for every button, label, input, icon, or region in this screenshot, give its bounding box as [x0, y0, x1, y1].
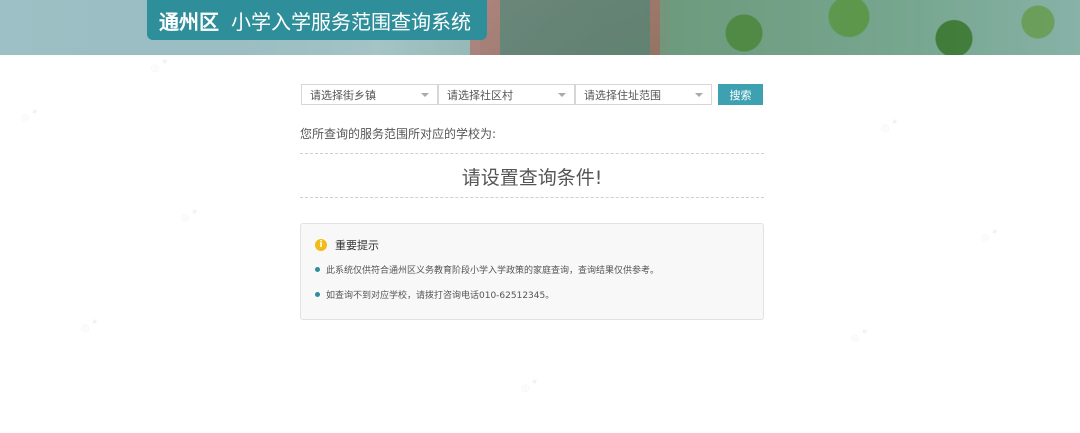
banner-trees-image	[660, 0, 1080, 55]
notice-header: i 重要提示	[315, 237, 379, 253]
address-select[interactable]: 请选择住址范围	[575, 84, 712, 105]
divider	[300, 197, 764, 198]
divider	[300, 153, 764, 154]
community-select[interactable]: 请选择社区村	[438, 84, 575, 105]
notice-title: 重要提示	[335, 239, 379, 252]
bullet-icon	[315, 267, 320, 272]
watermark: ◎ ✦	[18, 105, 42, 126]
community-select-value: 请选择社区村	[447, 88, 513, 102]
street-select-value: 请选择街乡镇	[310, 88, 376, 102]
system-title: 小学入学服务范围查询系统	[231, 9, 471, 34]
watermark: ◎ ✦	[848, 325, 872, 346]
watermark: ◎ ✦	[518, 375, 542, 396]
watermark: ◎ ✦	[178, 205, 202, 226]
chevron-down-icon	[558, 92, 566, 97]
search-bar: 请选择街乡镇 请选择社区村 请选择住址范围 搜索	[301, 84, 763, 105]
watermark: ◎ ✦	[978, 225, 1002, 246]
search-button[interactable]: 搜索	[718, 84, 763, 105]
chevron-down-icon	[421, 92, 429, 97]
result-placeholder: 请设置查询条件!	[461, 167, 603, 189]
notice-panel: i 重要提示 此系统仅供符合通州区义务教育阶段小学入学政策的家庭查询，查询结果仅…	[300, 223, 764, 320]
watermark: ◎ ✦	[148, 55, 172, 76]
chevron-down-icon	[695, 92, 703, 97]
address-select-value: 请选择住址范围	[584, 88, 661, 102]
page-title: 通州区 小学入学服务范围查询系统	[147, 0, 487, 40]
watermark: ◎ ✦	[878, 115, 902, 136]
street-select[interactable]: 请选择街乡镇	[301, 84, 438, 105]
result-label: 您所查询的服务范围所对应的学校为:	[300, 127, 497, 141]
notice-item-text: 此系统仅供符合通州区义务教育阶段小学入学政策的家庭查询，查询结果仅供参考。	[326, 266, 660, 276]
district-title: 通州区	[159, 9, 219, 34]
notice-item: 如查询不到对应学校，请拨打咨询电话010-62512345。	[315, 288, 554, 301]
banner-court-image	[500, 0, 650, 55]
info-icon: i	[315, 239, 327, 251]
watermark: ◎ ✦	[78, 315, 102, 336]
bullet-icon	[315, 292, 320, 297]
notice-item: 此系统仅供符合通州区义务教育阶段小学入学政策的家庭查询，查询结果仅供参考。	[315, 263, 659, 276]
notice-item-text: 如查询不到对应学校，请拨打咨询电话010-62512345。	[326, 291, 555, 301]
